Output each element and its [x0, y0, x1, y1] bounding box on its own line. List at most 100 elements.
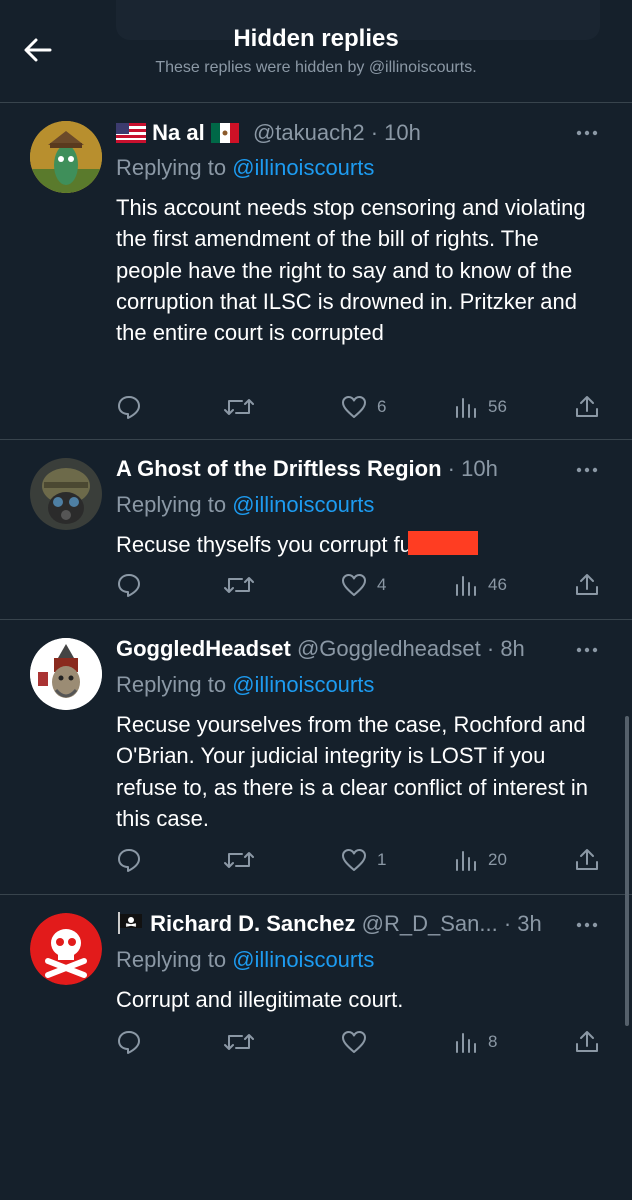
replying-label: Replying to — [116, 947, 227, 972]
more-dots-icon[interactable] — [572, 918, 602, 932]
tweet[interactable]: Na al @takuach2 · 10h Replying to @illin… — [0, 103, 632, 440]
tweet-header: A Ghost of the Driftless Region · 10h — [116, 454, 498, 484]
reply-button[interactable] — [116, 392, 142, 422]
views-count: 56 — [488, 397, 507, 416]
tweet-text: Recuse yourselves from the case, Rochfor… — [116, 712, 589, 831]
views-icon — [456, 576, 476, 596]
tweet[interactable]: GoggledHeadset @Goggledheadset · 8h Repl… — [0, 620, 632, 895]
tweet-header: GoggledHeadset @Goggledheadset · 8h — [116, 634, 525, 664]
like-button[interactable]: 6 — [341, 392, 386, 422]
tweet-text: Corrupt and illegitimate court. — [116, 987, 404, 1012]
views-icon — [456, 851, 476, 871]
retweet-button[interactable] — [224, 392, 254, 422]
retweet-icon — [224, 852, 254, 868]
share-button[interactable] — [574, 845, 600, 875]
views-count: 8 — [488, 1032, 498, 1051]
more-dots-icon[interactable] — [572, 463, 602, 477]
handle[interactable]: @Goggledheadset — [297, 636, 481, 661]
heart-icon — [342, 849, 366, 871]
display-name[interactable]: GoggledHeadset — [116, 636, 291, 661]
more-dots-icon[interactable] — [572, 643, 602, 657]
like-count: 4 — [377, 575, 387, 594]
tweet-actions: 4 46 — [116, 570, 606, 600]
reply-button[interactable] — [116, 845, 142, 875]
tweet[interactable]: Richard D. Sanchez @R_D_San... · 3h Repl… — [0, 895, 632, 1075]
display-name[interactable]: Na al — [152, 120, 205, 145]
reply-button[interactable] — [116, 1027, 142, 1057]
redaction-box — [407, 531, 478, 555]
timestamp: · 10h — [447, 456, 498, 481]
retweet-button[interactable] — [224, 1027, 254, 1057]
retweet-button[interactable] — [224, 570, 254, 600]
share-button[interactable] — [574, 1027, 600, 1057]
mexico-flag-icon — [210, 123, 239, 143]
tweet-header: Na al @takuach2 · 10h — [116, 118, 421, 148]
retweet-icon — [224, 1034, 254, 1050]
us-flag-icon — [116, 123, 146, 143]
share-icon — [576, 849, 598, 870]
views-button[interactable]: 56 — [454, 392, 507, 422]
share-icon — [576, 396, 598, 417]
views-button[interactable]: 20 — [454, 845, 507, 875]
reply-icon — [118, 1031, 140, 1054]
share-icon — [576, 574, 598, 595]
retweet-icon — [224, 399, 254, 415]
tweet-text-wrap: Recuse thyselfs you corrupt fu — [116, 529, 606, 560]
display-name[interactable]: A Ghost of the Driftless Region — [116, 456, 442, 481]
replying-to: Replying to @illinoiscourts — [116, 670, 374, 700]
replying-to: Replying to @illinoiscourts — [116, 490, 374, 520]
avatar[interactable] — [30, 121, 102, 193]
avatar[interactable] — [30, 458, 102, 530]
replying-to: Replying to @illinoiscourts — [116, 153, 374, 183]
replying-label: Replying to — [116, 672, 227, 697]
scrollbar[interactable] — [625, 716, 629, 1026]
views-button[interactable]: 46 — [454, 570, 507, 600]
views-icon — [456, 1033, 476, 1053]
heart-icon — [342, 1031, 366, 1053]
views-count: 46 — [488, 575, 507, 594]
replying-to-link[interactable]: @illinoiscourts — [232, 155, 374, 180]
tweet-actions: 8 — [116, 1027, 606, 1057]
page-title: Hidden replies — [233, 25, 399, 52]
share-button[interactable] — [574, 392, 600, 422]
replying-label: Replying to — [116, 492, 227, 517]
timestamp: · 10h — [370, 120, 421, 145]
views-icon — [456, 398, 476, 418]
replying-to: Replying to @illinoiscourts — [116, 945, 374, 975]
display-name[interactable]: Richard D. Sanchez — [150, 911, 355, 936]
like-button[interactable]: 1 — [341, 845, 386, 875]
heart-icon — [342, 574, 366, 596]
page-subtitle: These replies were hidden by @illinoisco… — [155, 59, 477, 76]
timestamp: · 8h — [486, 636, 525, 661]
more-dots-icon[interactable] — [572, 126, 602, 140]
timestamp: · 3h — [503, 911, 542, 936]
like-button[interactable]: 4 — [341, 570, 386, 600]
reply-icon — [118, 849, 140, 872]
replying-label: Replying to — [116, 155, 227, 180]
pirate-flag-icon — [118, 912, 142, 934]
like-button[interactable] — [341, 1027, 377, 1057]
tweet-text: Recuse thyselfs you corrupt fu — [116, 532, 412, 557]
avatar[interactable] — [30, 638, 102, 710]
header: Hidden replies These replies were hidden… — [0, 0, 632, 103]
handle[interactable]: @takuach2 — [253, 120, 365, 145]
tweet-actions: 1 20 — [116, 845, 606, 875]
reply-icon — [118, 396, 140, 419]
retweet-icon — [224, 577, 254, 593]
reply-icon — [118, 574, 140, 597]
tweet-actions: 6 56 — [116, 392, 606, 422]
share-button[interactable] — [574, 570, 600, 600]
replying-to-link[interactable]: @illinoiscourts — [232, 492, 374, 517]
retweet-button[interactable] — [224, 845, 254, 875]
like-count: 6 — [377, 397, 387, 416]
avatar[interactable] — [30, 913, 102, 985]
views-button[interactable]: 8 — [454, 1027, 497, 1057]
views-count: 20 — [488, 850, 507, 869]
reply-button[interactable] — [116, 570, 142, 600]
replying-to-link[interactable]: @illinoiscourts — [232, 672, 374, 697]
handle[interactable]: @R_D_San... — [362, 911, 498, 936]
tweet-text: This account needs stop censoring and vi… — [116, 195, 586, 346]
replying-to-link[interactable]: @illinoiscourts — [232, 947, 374, 972]
heart-icon — [342, 396, 366, 418]
tweet[interactable]: A Ghost of the Driftless Region · 10h Re… — [0, 440, 632, 620]
